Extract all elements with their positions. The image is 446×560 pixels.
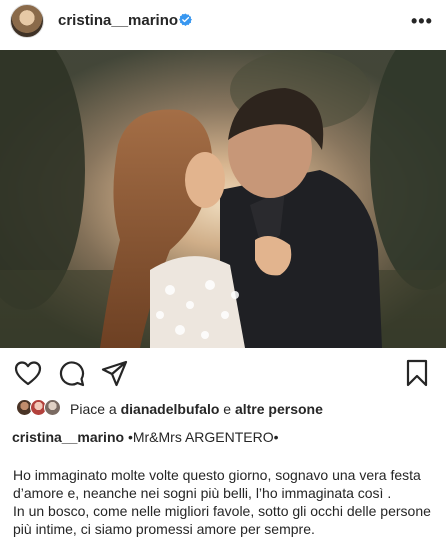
heart-icon[interactable] [14,360,42,386]
username[interactable]: cristina__marino [58,12,178,29]
more-options-button[interactable]: ••• [411,11,433,32]
post-header: cristina__marino ••• [0,0,446,46]
caption-paragraph: In un bosco, come nelle migliori favole,… [13,503,431,537]
caption-body: Ho immaginato molte volte questo giorno,… [13,466,433,538]
bookmark-icon[interactable] [406,359,428,387]
likes-connector: e [223,401,232,417]
verified-badge-icon [179,13,192,26]
likes-text: Piace a dianadelbufalo e altre persone [70,401,323,417]
caption-title: •Mr&Mrs ARGENTERO• [127,429,279,445]
send-icon[interactable] [101,360,128,387]
caption-username[interactable]: cristina__marino [12,429,124,445]
action-bar [0,355,446,391]
caption-header: cristina__marino •Mr&Mrs ARGENTERO• [12,429,279,445]
caption-paragraph: Ho immaginato molte volte questo giorno,… [13,467,421,501]
liker-avatar[interactable] [44,399,61,416]
likes-row: Piace a dianadelbufalo e altre persone [12,397,432,421]
liker-username[interactable]: dianadelbufalo [121,401,220,417]
likes-prefix: Piace a [70,401,117,417]
comment-icon[interactable] [58,360,85,387]
likes-others-link[interactable]: altre persone [235,401,323,417]
avatar[interactable] [10,4,44,38]
post-image[interactable] [0,50,446,348]
